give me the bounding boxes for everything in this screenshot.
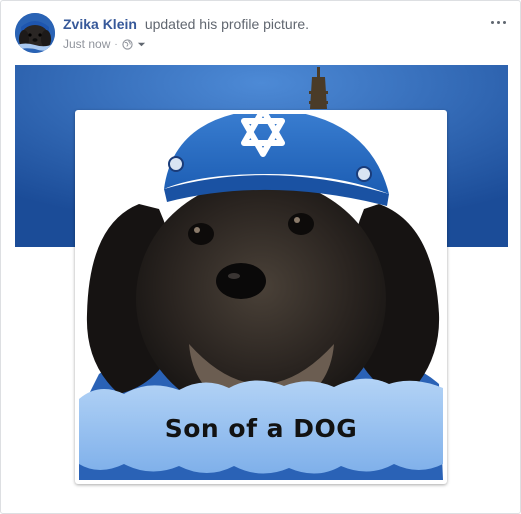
profile-picture: Son of a DOG (79, 114, 443, 480)
author-name-link[interactable]: Zvika Klein (63, 16, 137, 32)
post-header: Zvika Klein updated his profile picture.… (15, 13, 508, 57)
feed-post-card: Zvika Klein updated his profile picture.… (0, 0, 521, 514)
post-meta: Just now · (63, 37, 146, 51)
author-avatar[interactable] (15, 13, 55, 53)
meta-separator: · (114, 38, 118, 50)
post-action-text: updated his profile picture. (144, 16, 310, 32)
globe-icon[interactable] (122, 38, 133, 50)
more-options-icon[interactable] (488, 15, 508, 29)
profile-picture-frame[interactable]: Son of a DOG (75, 110, 447, 484)
image-caption: Son of a DOG (164, 414, 358, 443)
post-title-line: Zvika Klein updated his profile picture. (63, 16, 309, 32)
chevron-down-icon[interactable] (137, 40, 146, 49)
post-timestamp[interactable]: Just now (63, 37, 110, 51)
post-media[interactable]: Son of a DOG (15, 65, 508, 505)
